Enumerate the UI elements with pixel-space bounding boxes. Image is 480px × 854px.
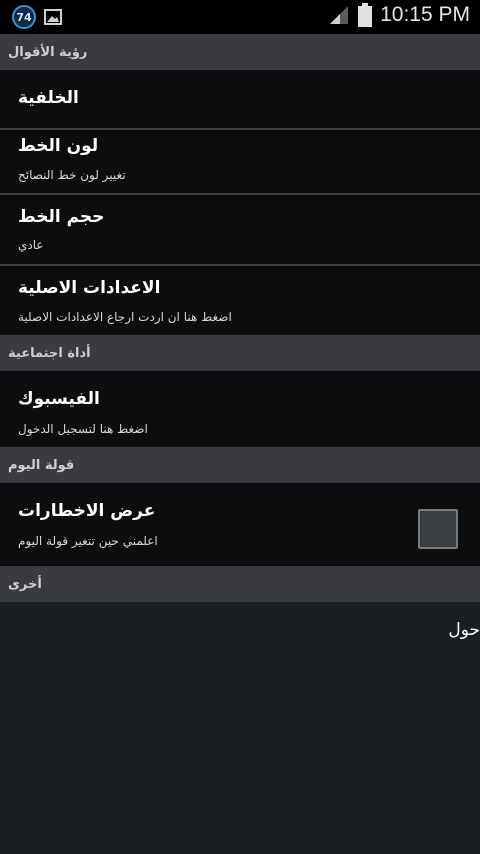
setting-reset[interactable]: الاعدادات الاصلية اضغط هنا ان اردت ارجاع…	[0, 266, 480, 335]
setting-font-size-title: حجم الخط	[18, 207, 105, 227]
section-header-other: أخرى	[0, 566, 480, 602]
setting-about[interactable]: حول	[448, 620, 480, 640]
section-header-quote-of-day: قولة اليوم	[0, 447, 480, 483]
setting-background[interactable]: الخلفية	[0, 70, 480, 128]
setting-font-color-title: لون الخط	[18, 136, 99, 156]
section-header-quotes-view: رؤية الأقوال	[0, 34, 480, 70]
gallery-icon	[44, 9, 62, 25]
clock: 10:15 PM	[380, 3, 470, 26]
status-bar: 74 10:15 PM	[0, 0, 480, 34]
notifications-checkbox[interactable]	[418, 509, 458, 549]
setting-reset-title: الاعدادات الاصلية	[18, 278, 161, 298]
section-header-social-tool: أداة اجتماعية	[0, 335, 480, 371]
status-bar-right: 10:15 PM	[328, 3, 470, 27]
setting-font-size-subtitle: عادي	[18, 238, 44, 252]
setting-facebook-title: الفيسبوك	[18, 389, 100, 409]
setting-font-color-subtitle: تغيير لون خط النصائح	[18, 168, 126, 182]
setting-reset-subtitle: اضغط هنا ان اردت ارجاع الاعدادات الاصلية	[18, 310, 232, 324]
status-bar-left: 74	[12, 5, 62, 29]
setting-font-color[interactable]: لون الخط تغيير لون خط النصائح	[0, 130, 480, 193]
battery-icon	[358, 3, 373, 27]
setting-background-title: الخلفية	[18, 88, 79, 108]
setting-facebook-subtitle: اضغط هنا لتسجيل الدخول	[18, 422, 148, 436]
setting-facebook[interactable]: الفيسبوك اضغط هنا لتسجيل الدخول	[0, 371, 480, 447]
setting-notifications-title: عرض الاخطارات	[18, 501, 156, 521]
setting-notifications-subtitle: اعلمني حين تتغير قولة اليوم	[18, 534, 158, 548]
notification-badge-icon: 74	[12, 5, 36, 29]
setting-font-size[interactable]: حجم الخط عادي	[0, 195, 480, 264]
signal-icon	[330, 6, 349, 24]
setting-notifications[interactable]: عرض الاخطارات اعلمني حين تتغير قولة اليو…	[0, 483, 480, 566]
